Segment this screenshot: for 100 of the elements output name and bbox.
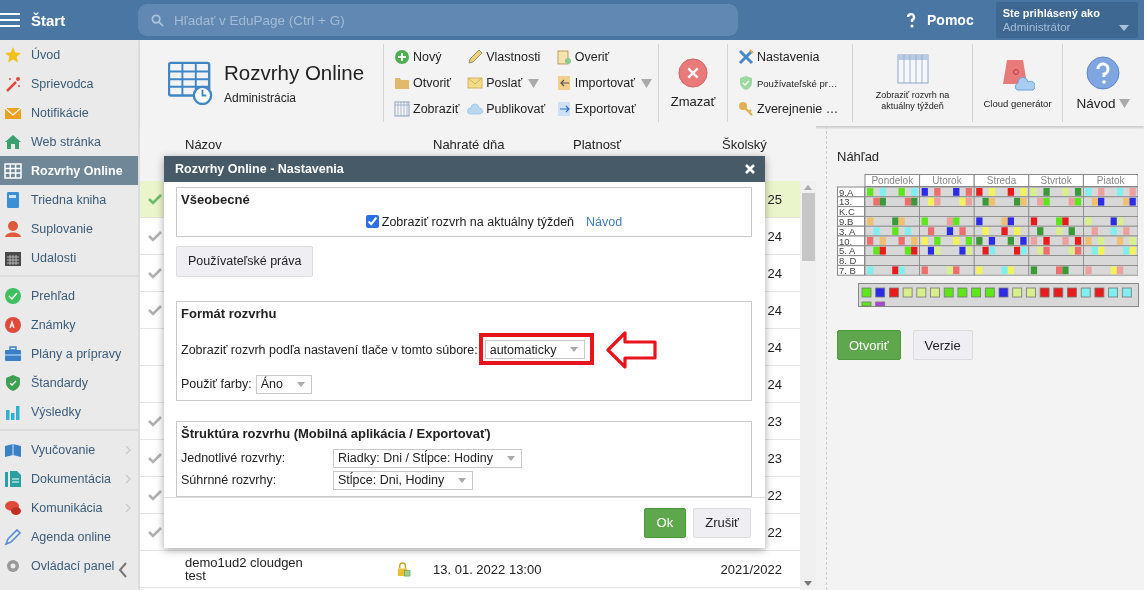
book-icon — [4, 190, 22, 209]
app-subtitle: Administrácia — [224, 91, 298, 105]
table-cell: 13. 01. 2022 13:00 — [433, 561, 542, 577]
preview-title: Náhľad — [837, 149, 880, 164]
class-label: 9.B — [839, 215, 854, 227]
column-header[interactable]: Názov — [185, 137, 222, 152]
checkbox-box[interactable] — [365, 215, 379, 229]
sidebar-item[interactable]: Známky — [0, 310, 138, 339]
column-header[interactable]: Nahraté dňa — [433, 137, 505, 152]
clipboard-icon — [555, 49, 572, 65]
plus-circle-icon — [394, 49, 410, 65]
print-settings-dropdown[interactable]: automaticky — [484, 340, 586, 360]
user-rights-button[interactable]: Používateľské práva — [176, 245, 314, 277]
class-label: 13. — [839, 196, 853, 208]
check-circle-icon — [4, 286, 22, 305]
toolbar-button[interactable]: Zverejnenie … — [738, 98, 852, 120]
chevron-right-icon — [125, 473, 131, 484]
structure-dropdown[interactable]: Riadky: Dni / Stĺpce: Hodiny — [333, 448, 522, 468]
sidebar-item[interactable]: Dokumentácia — [0, 464, 138, 493]
table-cell: 24 — [767, 265, 782, 281]
class-label: 3. A — [839, 225, 856, 237]
class-label: 8. D — [839, 255, 857, 267]
house-icon — [4, 132, 22, 151]
sidebar-item[interactable]: Úvod — [0, 40, 138, 69]
sidebar-item[interactable]: Agenda online — [0, 522, 138, 551]
toolbar-button[interactable]: Používateľské pr… — [738, 72, 852, 94]
delete-button[interactable]: Zmazať — [659, 44, 727, 122]
caret-icon — [296, 381, 305, 387]
close-icon[interactable] — [745, 163, 755, 174]
sidebar-item[interactable]: Notifikácie — [0, 98, 138, 127]
sidebar-item[interactable]: Výsledky — [0, 397, 138, 426]
document-icon — [4, 469, 22, 488]
day-label: Streda — [986, 175, 1017, 186]
table-cell: 24 — [767, 376, 782, 392]
toolbar-button[interactable]: Otvoriť — [394, 72, 462, 94]
delete-icon — [678, 57, 708, 88]
section-title: Všeobecné — [181, 191, 251, 207]
sidebar-item[interactable]: Web stránka — [0, 127, 138, 156]
field-label: Zobraziť rozvrh podľa nastavení tlače v tomto súbore: — [181, 342, 478, 357]
toolbar-button[interactable]: Zobraziť rozvrh na aktuálny týždeň — [853, 44, 972, 122]
caret-icon — [528, 78, 540, 88]
help-button[interactable]: Pomoc — [906, 12, 974, 28]
section-title: Formát rozvrhu — [181, 305, 278, 321]
sidebar-item[interactable]: Plány a prípravy — [0, 339, 138, 368]
toolbar-button[interactable]: Zobraziť — [394, 98, 462, 120]
sidebar-item[interactable]: Sprievodca — [0, 69, 138, 98]
class-label: 5. A — [839, 245, 856, 257]
folder-icon — [394, 75, 410, 91]
class-label: 9.A — [839, 186, 854, 198]
toolbar-button[interactable]: Overiť — [555, 46, 652, 68]
table-cell: 24 — [767, 302, 782, 318]
field-label: Jednotlivé rozvrhy: — [181, 451, 287, 466]
toolbar-button[interactable]: Poslať — [467, 72, 550, 94]
toolbar-button[interactable]: Vlastnosti — [467, 46, 550, 68]
day-label: Stvrtok — [1040, 175, 1072, 186]
cancel-button[interactable]: Zrušiť — [693, 507, 751, 538]
toolbar-button[interactable]: Nastavenia — [738, 46, 852, 68]
class-label: 10. — [839, 235, 853, 247]
help-link[interactable]: Návod — [586, 214, 623, 229]
sidebar-item[interactable]: Komunikácia — [0, 493, 138, 522]
section-title: Štruktúra rozvrhu (Mobilná aplikácia / Exportovať) — [181, 425, 492, 441]
column-header[interactable]: Školský — [722, 137, 767, 152]
user-caption: Ste prihlásený ako — [1002, 7, 1101, 19]
start-menu-button[interactable]: Štart — [0, 11, 138, 29]
pen-icon — [4, 527, 22, 546]
toolbar-button[interactable]: Nový — [394, 46, 462, 68]
grid-icon — [4, 161, 22, 180]
table-row[interactable]: demo1ud2 cloudgen test 13. 01. 2022 13:00 2021/2022 — [140, 551, 800, 588]
structure-dropdown[interactable]: Stĺpce: Dni, Hodiny — [333, 470, 474, 490]
scrollbar-thumb[interactable] — [801, 193, 815, 261]
app-title: Rozvrhy Online — [224, 61, 365, 85]
sidebar-item[interactable]: Triedna kniha — [0, 185, 138, 214]
versions-button[interactable]: Verzie — [912, 330, 973, 360]
toolbar-button[interactable]: Publikovať — [467, 98, 550, 120]
sidebar-item[interactable]: Udalosti — [0, 243, 138, 272]
sidebar-item[interactable]: Vyučovanie — [0, 435, 138, 464]
column-header[interactable]: Platnosť — [573, 137, 622, 152]
toolbar-button[interactable]: Návod — [1063, 44, 1143, 122]
day-label: Utorok — [932, 175, 962, 186]
person-icon — [4, 219, 22, 238]
scroll-down-icon[interactable] — [804, 581, 812, 586]
search-field[interactable]: Hľadať v EduPage (Ctrl + G) — [138, 4, 738, 36]
collapse-sidebar-icon[interactable] — [118, 562, 128, 578]
toolbar-button[interactable]: Cloud generátor — [973, 44, 1062, 122]
toolbar-button[interactable]: Importovať — [555, 72, 652, 94]
class-label: 7. B — [839, 264, 856, 276]
toolbar-button[interactable]: Exportovať — [555, 98, 652, 120]
sidebar-item[interactable]: Suplovanie — [0, 214, 138, 243]
pencil-icon — [467, 49, 484, 65]
lock-file-icon — [396, 561, 411, 577]
user-menu[interactable]: Ste prihlásený ako Administrátor — [995, 2, 1138, 38]
sidebar-item[interactable]: Ovládací panel — [0, 551, 138, 580]
scroll-up-icon[interactable] — [804, 185, 812, 190]
sidebar-item[interactable]: Prehľad — [0, 281, 138, 310]
sidebar-item[interactable]: Štandardy — [0, 368, 138, 397]
magic-wand-icon — [4, 74, 22, 93]
timetable-clock-icon — [168, 61, 214, 105]
day-label: Pondelok — [871, 175, 914, 186]
colors-dropdown[interactable]: Áno — [255, 374, 312, 394]
sidebar-item[interactable]: Rozvrhy Online — [0, 156, 138, 185]
